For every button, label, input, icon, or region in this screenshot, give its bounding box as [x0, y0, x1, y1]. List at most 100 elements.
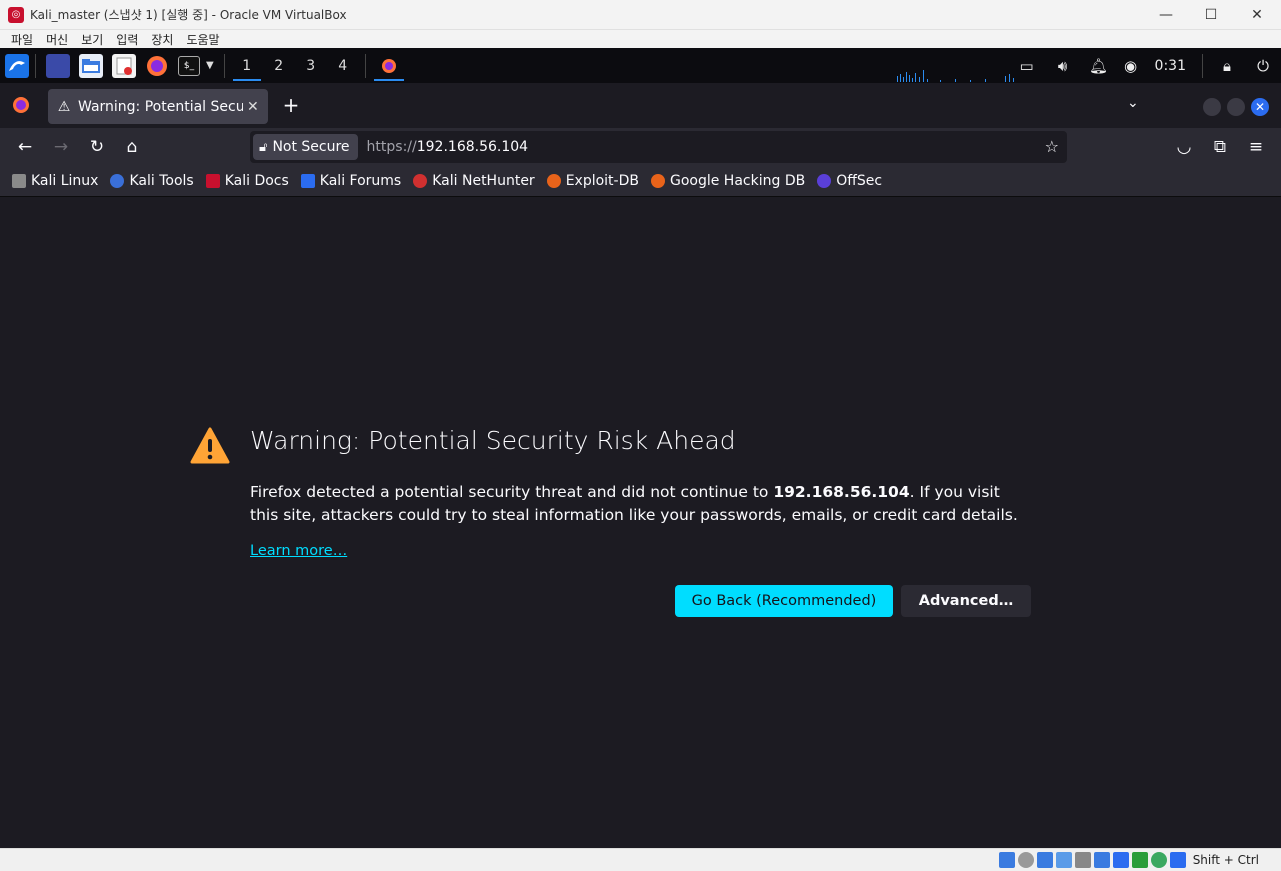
bookmarks-toolbar: Kali Linux Kali Tools Kali Docs Kali For… — [0, 166, 1281, 197]
kali-forums-icon — [300, 174, 315, 188]
menu-machine[interactable]: 머신 — [46, 31, 68, 48]
close-tab-icon[interactable]: ✕ — [247, 99, 259, 115]
display-icon[interactable] — [1093, 852, 1110, 868]
bookmark-kali-docs[interactable]: Kali Docs — [205, 173, 289, 189]
page-title: Warning: Potential Security Risk Ahead — [250, 426, 736, 455]
file-manager-icon[interactable] — [79, 53, 103, 78]
reload-icon[interactable]: ↻ — [87, 137, 107, 157]
window-title: Kali_master (스냅샷 1) [실행 중] - Oracle VM V… — [30, 8, 347, 22]
taskbar-separator — [35, 53, 36, 78]
close-button[interactable]: ✕ — [1234, 0, 1280, 30]
offsec-icon — [817, 174, 832, 188]
menu-file[interactable]: 파일 — [11, 31, 33, 48]
url-host: 192.168.56.104 — [416, 139, 529, 155]
virtualbox-icon: ◎ — [8, 6, 24, 23]
insecure-lock-icon: 🔓︎ — [259, 139, 268, 155]
logout-icon[interactable]: ⏻ — [1245, 48, 1281, 83]
menu-input[interactable]: 입력 — [116, 31, 138, 48]
power-status-icon[interactable]: ◉ — [1117, 48, 1145, 83]
kali-linux-icon — [12, 174, 26, 188]
warning-icon: ⚠ — [57, 98, 71, 115]
kali-menu-icon[interactable] — [5, 53, 29, 78]
cpu-icon[interactable] — [1131, 852, 1148, 868]
firefox-window-button[interactable] — [372, 48, 406, 83]
maximize-button[interactable]: ☐ — [1188, 0, 1234, 30]
home-icon[interactable]: ⌂ — [122, 137, 142, 157]
new-tab-button[interactable]: + — [280, 95, 302, 117]
advanced-button[interactable]: Advanced… — [901, 585, 1031, 617]
hard-disk-icon[interactable] — [998, 852, 1015, 868]
kali-docs-icon — [205, 174, 220, 188]
bookmark-kali-linux[interactable]: Kali Linux — [12, 173, 98, 189]
kali-nethunter-icon — [413, 174, 428, 188]
workspace-1[interactable]: 1 — [231, 48, 263, 83]
system-tray: ▭ 🔊︎ 🔔︎ ◉ 0:31 🔒︎ ⏻ — [1009, 48, 1281, 83]
lock-screen-icon[interactable]: 🔒︎ — [1209, 48, 1245, 83]
bookmark-exploit-db[interactable]: Exploit-DB — [546, 173, 639, 189]
virtualization-icon[interactable] — [1150, 852, 1167, 868]
cpu-graph-icon — [897, 70, 1014, 82]
learn-more-link[interactable]: Learn more… — [250, 543, 347, 559]
taskbar-separator — [223, 53, 225, 78]
firefox-launcher-icon[interactable] — [145, 54, 169, 78]
window-maximize-button[interactable] — [1227, 98, 1245, 116]
volume-icon[interactable]: 🔊︎ — [1045, 48, 1081, 83]
firefox-tab-bar: ⚠ Warning: Potential Security Risk Ahead… — [0, 83, 1281, 128]
list-all-tabs-icon[interactable]: ⌄ — [1127, 95, 1139, 111]
hamburger-menu-icon[interactable]: ≡ — [1246, 137, 1266, 157]
back-icon[interactable]: ← — [15, 137, 35, 157]
warning-description: Firefox detected a potential security th… — [250, 483, 1018, 524]
usb-icon[interactable] — [1055, 852, 1072, 868]
bookmark-kali-nethunter[interactable]: Kali NetHunter — [413, 173, 535, 189]
shared-folders-icon[interactable] — [1074, 852, 1091, 868]
bookmark-kali-forums[interactable]: Kali Forums — [300, 173, 401, 189]
vbox-title-bar: ◎ Kali_master (스냅샷 1) [실행 중] - Oracle VM… — [0, 0, 1281, 30]
guest-screen: $_ ▼ 1 2 3 4 ▭ 🔊︎ 🔔︎ ◉ 0:31 🔒︎ ⏻ ⚠ Warni… — [0, 48, 1281, 848]
go-back-button[interactable]: Go Back (Recommended) — [675, 585, 893, 617]
bookmark-google-hacking-db[interactable]: Google Hacking DB — [650, 173, 805, 189]
kali-tools-icon — [110, 174, 125, 188]
forward-icon[interactable]: → — [51, 137, 71, 157]
page-content: Warning: Potential Security Risk Ahead F… — [0, 198, 1281, 848]
pocket-icon[interactable]: ◡ — [1174, 137, 1194, 157]
vbox-menu-bar: 파일 머신 보기 입력 장치 도움말 — [0, 30, 1281, 48]
kali-taskbar: $_ ▼ 1 2 3 4 ▭ 🔊︎ 🔔︎ ◉ 0:31 🔒︎ ⏻ — [0, 48, 1281, 83]
notification-bell-icon[interactable]: 🔔︎ — [1081, 48, 1117, 83]
window-minimize-button[interactable] — [1203, 98, 1221, 116]
window-close-button[interactable]: ✕ — [1251, 98, 1269, 116]
extensions-icon[interactable]: ⧉ — [1210, 137, 1230, 157]
mouse-integration-icon[interactable] — [1169, 852, 1186, 868]
network-adapter-icon[interactable] — [1036, 852, 1053, 868]
chevron-down-icon[interactable]: ▼ — [206, 60, 214, 71]
menu-help[interactable]: 도움말 — [186, 31, 219, 48]
google-hacking-db-icon — [650, 174, 665, 188]
bookmark-star-icon[interactable]: ☆ — [1045, 137, 1059, 156]
desktop-icon[interactable] — [46, 53, 70, 78]
menu-view[interactable]: 보기 — [81, 31, 103, 48]
tab-security-warning[interactable]: ⚠ Warning: Potential Security Risk Ahead… — [48, 89, 268, 124]
site-security-indicator[interactable]: 🔓︎ Not Secure — [253, 134, 358, 160]
recording-icon[interactable] — [1112, 852, 1129, 868]
exploit-db-icon — [546, 174, 561, 188]
clock[interactable]: 0:31 — [1145, 58, 1196, 74]
firefox-view-icon[interactable] — [12, 96, 30, 118]
taskbar-separator — [1202, 53, 1203, 78]
bookmark-kali-tools[interactable]: Kali Tools — [110, 173, 194, 189]
text-editor-icon[interactable] — [112, 53, 136, 78]
minimize-button[interactable]: — — [1143, 0, 1189, 30]
url-bar[interactable]: 🔓︎ Not Secure https://192.168.56.104 ☆ — [250, 131, 1067, 163]
warning-triangle-icon — [190, 427, 230, 464]
navigation-toolbar: ← → ↻ ⌂ 🔓︎ Not Secure https://192.168.56… — [0, 128, 1281, 166]
menu-devices[interactable]: 장치 — [151, 31, 173, 48]
not-secure-label: Not Secure — [272, 139, 350, 155]
network-icon[interactable]: ▭ — [1009, 48, 1045, 83]
url-text[interactable]: https://192.168.56.104 — [367, 139, 529, 155]
terminal-icon[interactable]: $_ — [178, 55, 200, 76]
workspace-2[interactable]: 2 — [263, 48, 295, 83]
vbox-status-bar: Shift + Ctrl — [0, 848, 1281, 871]
bookmark-offsec[interactable]: OffSec — [817, 173, 882, 189]
workspace-4[interactable]: 4 — [327, 48, 359, 83]
optical-drive-icon[interactable] — [1017, 852, 1034, 868]
taskbar-separator — [364, 53, 366, 78]
workspace-3[interactable]: 3 — [295, 48, 327, 83]
